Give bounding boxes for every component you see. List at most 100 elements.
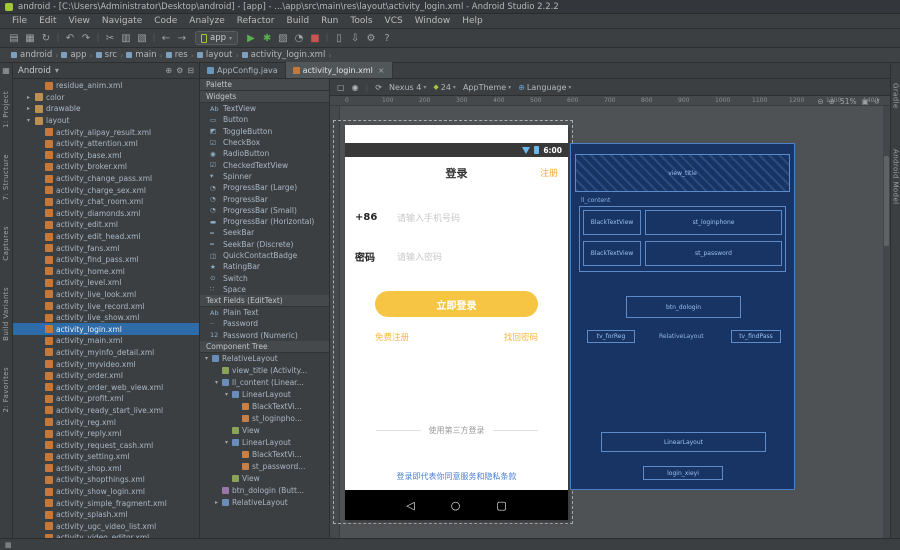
menu-item[interactable]: Tools [344, 14, 378, 28]
toolbar-icon[interactable]: ⇩ [347, 30, 363, 47]
tree-item[interactable]: activity_fans.xml [13, 242, 199, 254]
zoom-in-icon[interactable]: ⊕ [829, 97, 835, 106]
toolbar-icon[interactable]: | [150, 30, 158, 47]
breadcrumb-item[interactable]: layout [194, 50, 236, 60]
toolbar-icon[interactable]: | [94, 30, 102, 47]
palette-item[interactable]: 12 Password (Numeric) [200, 330, 329, 341]
tree-item[interactable]: activity_ugc_video_list.xml [13, 521, 199, 533]
blueprint-box[interactable]: LinearLayout [601, 432, 766, 452]
zoom-out-icon[interactable]: ⊖ [817, 97, 823, 106]
toolbar-icon[interactable]: ▦ [22, 30, 38, 47]
component-tree-item[interactable]: ▾ LinearLayout [200, 389, 329, 401]
toolbar-icon[interactable]: ▶ [243, 30, 259, 47]
menu-item[interactable]: Code [148, 14, 183, 28]
login-button[interactable]: 立即登录 [375, 291, 538, 317]
palette-item[interactable]: ★ RatingBar [200, 261, 329, 272]
palette-item[interactable]: ☑ CheckedTextView [200, 159, 329, 170]
toolbar-icon[interactable]: ✂ [102, 30, 118, 47]
tree-item[interactable]: activity_show_login.xml [13, 486, 199, 498]
phone-action-bar[interactable]: 登录 [345, 157, 568, 189]
chevron-down-icon[interactable]: ▾ [55, 66, 59, 75]
menu-item[interactable]: Edit [33, 14, 62, 28]
toolbar-icon[interactable]: ← [158, 30, 174, 47]
device-selector[interactable]: Nexus 4 ▾ [389, 83, 426, 92]
expand-arrow-icon[interactable]: ▾ [225, 439, 232, 446]
palette-item[interactable]: ◫ QuickContactBadge [200, 250, 329, 261]
dock-tab[interactable]: 7: Structure [2, 154, 10, 200]
palette-item[interactable]: Ab TextView [200, 103, 329, 114]
toolwindow-toggle-icon[interactable]: ▦ [5, 541, 12, 549]
api-selector[interactable]: ◆ 24 ▾ [433, 83, 456, 92]
tab-activity-login[interactable]: activity_login.xml × [286, 62, 393, 78]
component-tree-item[interactable]: st_loginpho... [200, 413, 329, 425]
blueprint-box[interactable]: tv_forReg [587, 330, 635, 343]
palette-item[interactable]: ▾ Spinner [200, 171, 329, 182]
tree-item[interactable]: activity_home.xml [13, 266, 199, 278]
tree-item[interactable]: activity_shop.xml [13, 463, 199, 475]
blueprint-title-box[interactable]: view_title [575, 154, 790, 192]
tree-item[interactable]: activity_simple_fragment.xml [13, 497, 199, 509]
menu-item[interactable]: Navigate [96, 14, 148, 28]
tree-item[interactable]: activity_live_record.xml [13, 300, 199, 312]
tree-item[interactable]: activity_myvideo.xml [13, 358, 199, 370]
component-tree-item[interactable]: ▾ LinearLayout [200, 437, 329, 449]
breadcrumb-item[interactable]: app [58, 50, 89, 60]
scrollbar-thumb[interactable] [884, 156, 889, 246]
tree-item[interactable]: activity_find_pass.xml [13, 254, 199, 266]
blueprint-box[interactable]: tv_findPass [731, 330, 781, 343]
toolbar-icon[interactable]: ⚙ [363, 30, 379, 47]
tree-item[interactable]: activity_edit.xml [13, 219, 199, 231]
tree-item[interactable]: activity_alipay_result.xml [13, 126, 199, 138]
toolbar-icon[interactable]: | [323, 30, 331, 47]
blueprint-button-box[interactable]: btn_dologin [626, 296, 741, 318]
tree-item[interactable]: activity_broker.xml [13, 161, 199, 173]
tree-item[interactable]: activity_profit.xml [13, 393, 199, 405]
expand-arrow-icon[interactable]: ▸ [27, 105, 35, 112]
component-tree-item[interactable]: btn_dologin (Butt... [200, 485, 329, 497]
free-register-link[interactable]: 免费注册 [375, 331, 409, 343]
toolbar-icon[interactable]: ▯ [331, 30, 347, 47]
palette-item[interactable]: ═ SeekBar [200, 227, 329, 238]
toolbar-icon[interactable]: | [54, 30, 62, 47]
expand-arrow-icon[interactable]: ▾ [27, 117, 35, 124]
close-icon[interactable]: × [378, 66, 385, 75]
tree-item[interactable]: activity_login.xml [13, 323, 199, 335]
palette-item[interactable]: ◩ ToggleButton [200, 126, 329, 137]
component-tree-item[interactable]: ▸ RelativeLayout [200, 497, 329, 509]
expand-arrow-icon[interactable]: ▾ [215, 379, 222, 386]
breadcrumb-item[interactable]: res [163, 50, 191, 60]
menu-item[interactable]: Run [315, 14, 344, 28]
palette-item[interactable]: ▬ ProgressBar (Horizontal) [200, 216, 329, 227]
phone-input-row[interactable]: +86 请输入手机号码 [355, 211, 558, 224]
tree-item[interactable]: activity_change_pass.xml [13, 173, 199, 185]
dock-tab[interactable]: 2: Favorites [2, 367, 10, 412]
component-tree-item[interactable]: View [200, 473, 329, 485]
tree-item[interactable]: activity_reg.xml [13, 416, 199, 428]
expand-arrow-icon[interactable]: ▸ [27, 94, 35, 101]
tree-item[interactable]: residue_anim.xml [13, 80, 199, 92]
menu-item[interactable]: Help [456, 14, 489, 28]
menu-item[interactable]: Analyze [183, 14, 230, 28]
component-tree-item[interactable]: view_title (Activity... [200, 365, 329, 377]
register-link[interactable]: 注册 [540, 166, 558, 179]
vertical-scrollbar[interactable] [883, 106, 890, 538]
language-selector[interactable]: ⊕ Language ▾ [518, 83, 571, 92]
toolbar-icon[interactable]: ▨ [275, 30, 291, 47]
agreement-text[interactable]: 登录即代表你同意服务和隐私条款 [345, 471, 568, 482]
tree-item[interactable]: ▸ drawable [13, 103, 199, 115]
reset-zoom-icon[interactable]: ↺ [874, 97, 880, 106]
breadcrumb-item[interactable]: activity_login.xml [239, 50, 329, 60]
run-config-selector[interactable]: app ▾ [195, 31, 238, 45]
tree-item[interactable]: activity_live_show.xml [13, 312, 199, 324]
find-password-link[interactable]: 找回密码 [504, 331, 538, 343]
toolbar-icon[interactable]: ↻ [38, 30, 54, 47]
toolbar-icon[interactable]: → [174, 30, 190, 47]
tree-item[interactable]: activity_main.xml [13, 335, 199, 347]
palette-item[interactable]: ◔ ProgressBar [200, 193, 329, 204]
tree-item[interactable]: activity_myinfo_detail.xml [13, 347, 199, 359]
tab-appconfig[interactable]: AppConfig.java [200, 62, 286, 78]
breadcrumb-item[interactable]: android [8, 50, 55, 60]
locate-icon[interactable]: ⊕ [165, 66, 172, 75]
toolbar-icon[interactable]: ✱ [259, 30, 275, 47]
tree-item[interactable]: activity_request_cash.xml [13, 439, 199, 451]
